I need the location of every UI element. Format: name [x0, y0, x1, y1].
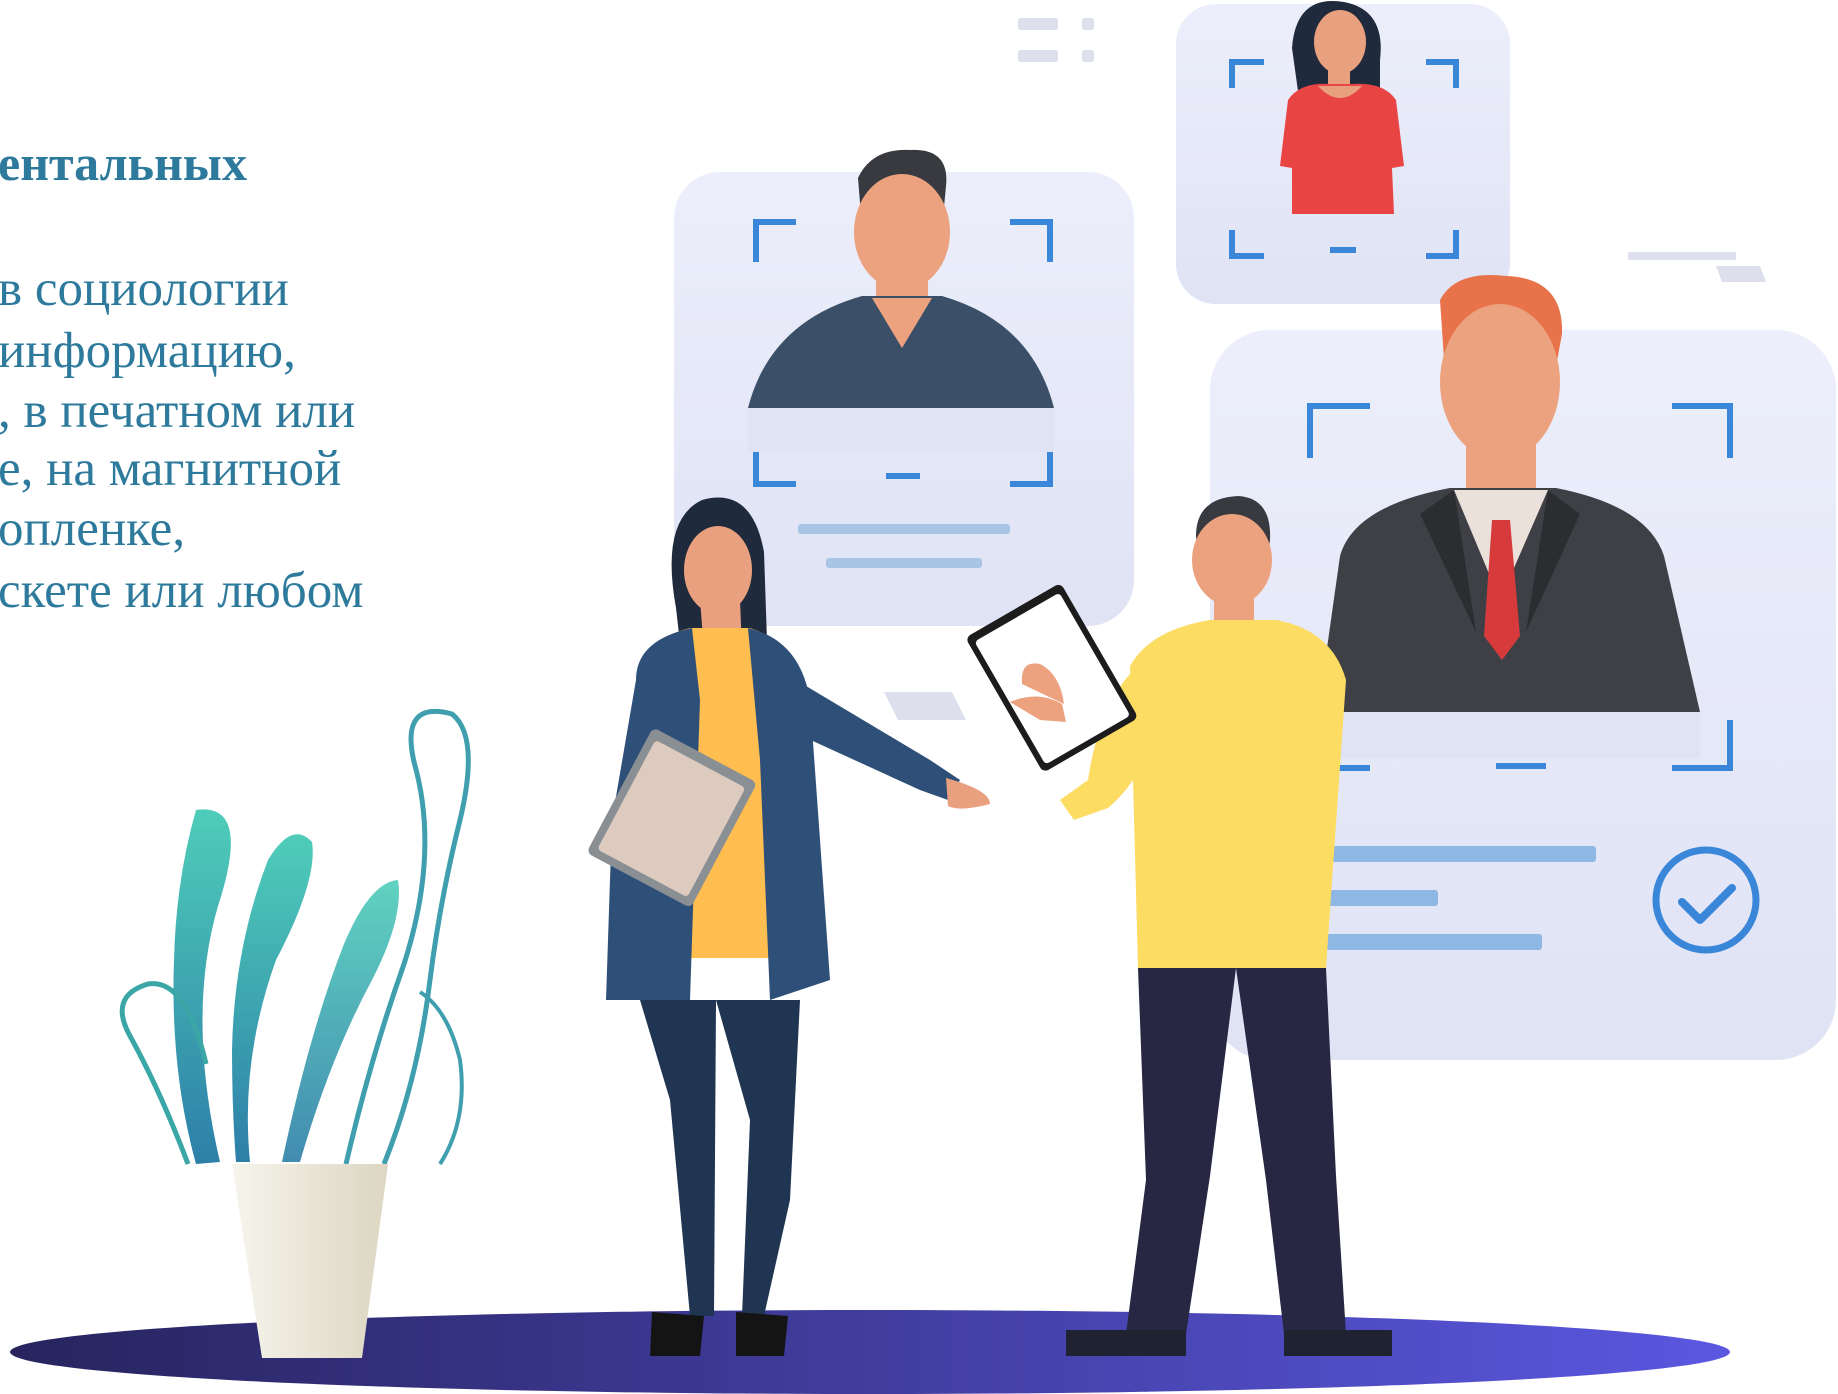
slide-canvas: ентальных в социологии информацию, , в п… — [0, 0, 1838, 1394]
illustration — [10, 0, 1836, 1394]
plant — [119, 708, 471, 1358]
decor-bars-top — [1018, 18, 1094, 62]
decor-slant — [884, 692, 966, 720]
decor-bars-right — [1628, 252, 1766, 282]
profile-card-woman — [1176, 0, 1510, 304]
woman-figure — [588, 497, 990, 1356]
